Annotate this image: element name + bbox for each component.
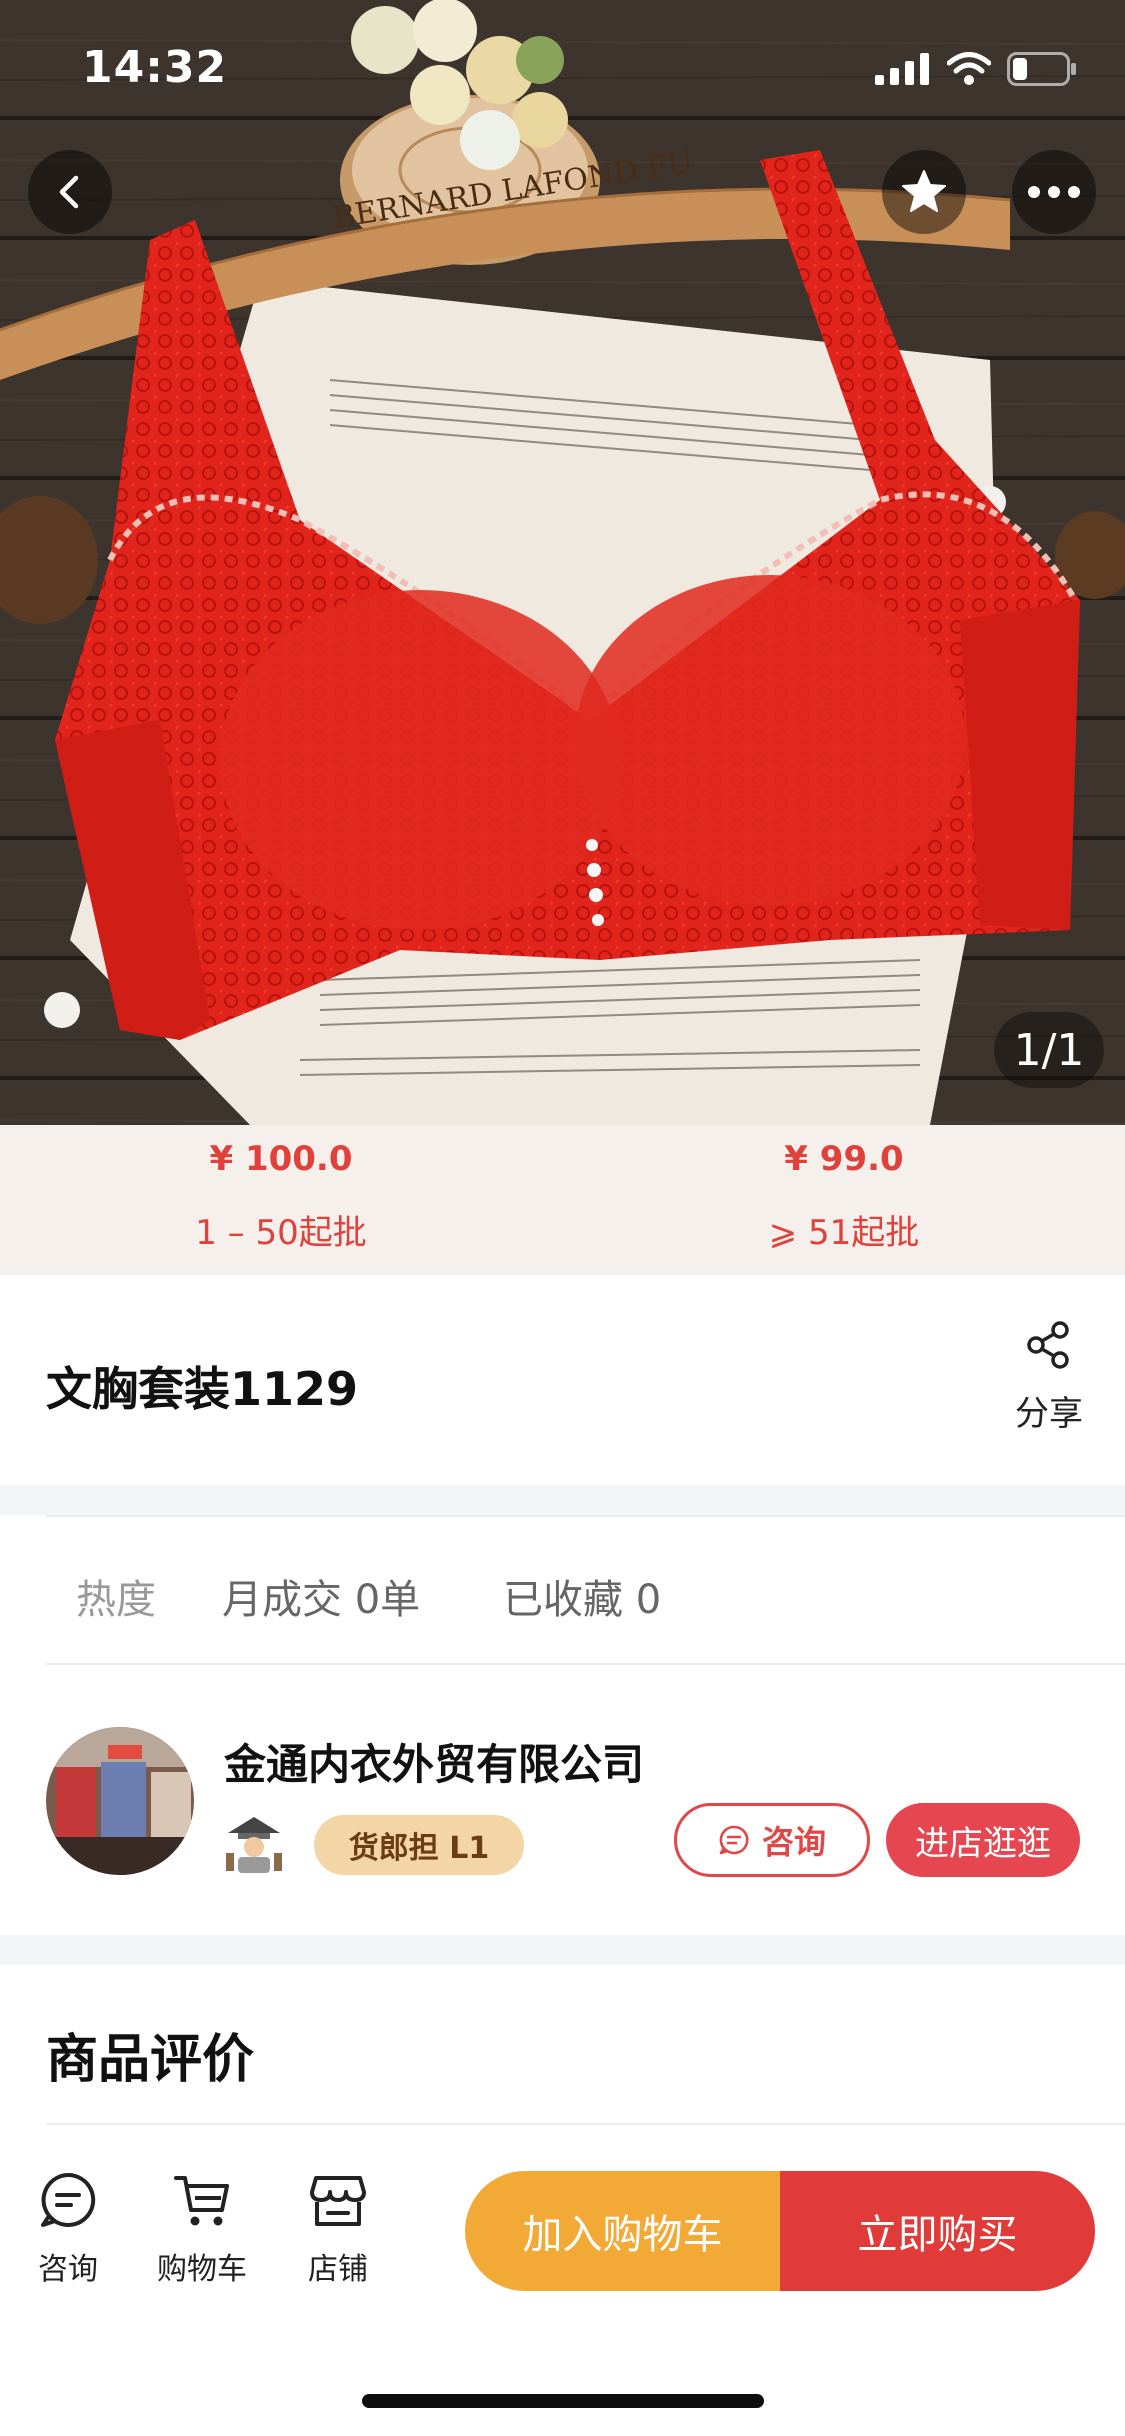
divider — [46, 1515, 1125, 1517]
nav-label: 咨询 — [38, 2252, 98, 2287]
back-button[interactable] — [28, 150, 112, 234]
monthly-sales: 月成交 0单 — [222, 1577, 421, 1623]
cart-icon — [174, 2176, 229, 2226]
status-time: 14:32 — [82, 42, 228, 93]
store-card: 金通内衣外贸有限公司 货郎担 L1 咨询 进店逛逛 — [0, 1665, 1125, 1935]
price-tiers: ¥ 100.0 1 – 50起批 ¥ 99.0 ⩾ 51起批 — [0, 1125, 1125, 1275]
more-dots-icon — [1028, 186, 1080, 198]
store-consult-button[interactable]: 咨询 — [674, 1803, 870, 1877]
star-icon — [902, 170, 946, 212]
more-options-button[interactable] — [1012, 150, 1096, 234]
price-tier: ¥ 100.0 1 – 50起批 — [0, 1125, 562, 1275]
section-divider — [0, 1485, 1125, 1515]
status-bar: 14:32 — [0, 0, 1125, 135]
reviews-section: 商品评价 — [0, 1965, 1125, 2125]
battery-icon — [1007, 52, 1076, 86]
visit-store-button[interactable]: 进店逛逛 — [886, 1803, 1080, 1877]
tier-price: ¥ 100.0 — [209, 1139, 353, 1179]
tier-price: ¥ 99.0 — [784, 1139, 904, 1179]
product-title-section: 文胸套装1129 分享 — [0, 1275, 1125, 1485]
reviews-title: 商品评价 — [46, 2030, 255, 2090]
store-level-badge: 货郎担 L1 — [314, 1815, 524, 1875]
chat-icon — [41, 2172, 96, 2227]
home-indicator[interactable] — [362, 2394, 764, 2408]
section-divider — [0, 1935, 1125, 1965]
product-stats: 热度 月成交 0单 已收藏 0 — [0, 1515, 1125, 1665]
nav-label: 店铺 — [308, 2252, 368, 2287]
add-to-cart-button[interactable]: 加入购物车 — [465, 2171, 780, 2291]
product-image-carousel[interactable]: BERNARD LAFOND FU 14:32 1/1 — [0, 0, 1125, 1125]
share-icon — [1027, 1321, 1069, 1369]
store-consult-label: 咨询 — [761, 1823, 826, 1861]
favorite-button[interactable] — [882, 150, 966, 234]
heat-label: 热度 — [76, 1577, 156, 1623]
nav-consult[interactable]: 咨询 — [8, 2170, 128, 2288]
nav-label: 购物车 — [157, 2252, 247, 2287]
status-icons — [875, 52, 1077, 86]
bottom-action-bar: 咨询 购物车 店铺 加入购物车 立即购买 — [0, 2125, 1125, 2436]
store-icon — [310, 2176, 366, 2226]
store-photo — [46, 1727, 194, 1875]
chevron-left-icon — [59, 175, 79, 209]
product-title: 文胸套装1129 — [46, 1362, 359, 1416]
share-label: 分享 — [1015, 1394, 1083, 1434]
price-tier: ¥ 99.0 ⩾ 51起批 — [563, 1125, 1125, 1275]
share-button[interactable]: 分享 — [994, 1320, 1104, 1435]
vendor-level-icon — [226, 1817, 282, 1873]
image-counter: 1/1 — [994, 1012, 1104, 1088]
buy-now-button[interactable]: 立即购买 — [780, 2171, 1095, 2291]
store-name: 金通内衣外贸有限公司 — [224, 1740, 645, 1789]
tier-quantity: 1 – 50起批 — [195, 1213, 367, 1253]
chat-bubble-icon — [719, 1825, 749, 1855]
tier-quantity: ⩾ 51起批 — [768, 1213, 920, 1253]
store-avatar[interactable] — [46, 1727, 194, 1875]
wifi-icon — [947, 52, 991, 85]
nav-cart[interactable]: 购物车 — [142, 2170, 262, 2288]
cellular-signal-icon — [875, 53, 929, 85]
favorites-count: 已收藏 0 — [503, 1577, 662, 1623]
nav-store[interactable]: 店铺 — [278, 2170, 398, 2288]
